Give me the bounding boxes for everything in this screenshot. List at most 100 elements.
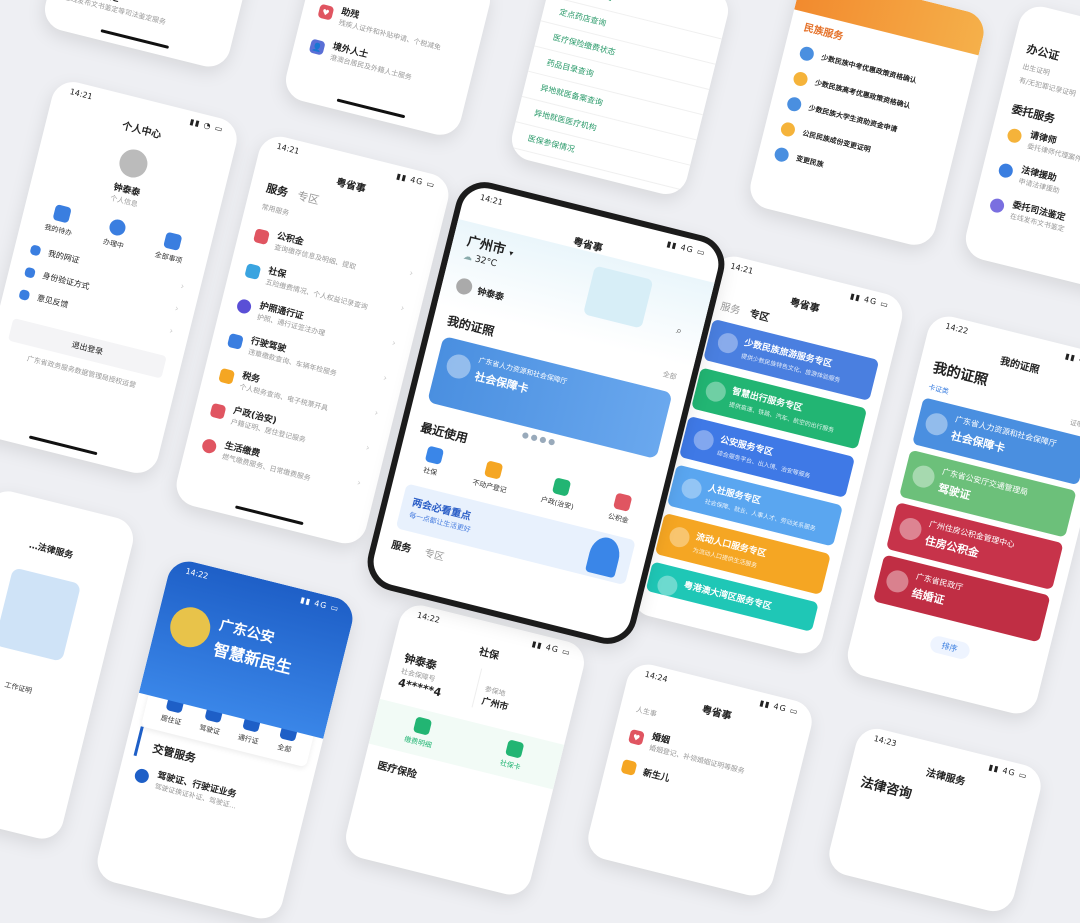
shortcut-label: 通行证	[237, 733, 260, 747]
doc-icon	[798, 45, 816, 63]
steering-wheel-icon	[133, 767, 151, 785]
cert-icon	[897, 515, 924, 543]
chevron-right-icon: ›	[408, 268, 415, 280]
cert-icon	[923, 410, 950, 438]
cloud-icon: ☁	[462, 251, 474, 264]
user-name: 钟泰泰	[476, 286, 505, 303]
baby-icon	[620, 758, 638, 776]
avatar[interactable]	[116, 146, 151, 181]
passport-icon	[235, 297, 253, 315]
chevron-right-icon: ›	[373, 408, 380, 419]
tab-zones[interactable]: 专区	[748, 305, 771, 325]
recent-item[interactable]: 不动产登记	[471, 458, 512, 496]
legal-aid-icon	[997, 162, 1015, 180]
clock-icon	[107, 217, 128, 238]
recent-label: 不动产登记	[471, 478, 508, 495]
action-doing[interactable]: 办理中	[102, 217, 130, 251]
phone-ethnic-services: 民族服务 少数民族中考优惠政策资格确认 少数民族高考优惠政策资格确认 少数民族大…	[745, 0, 989, 250]
item-label: 变更民族	[795, 154, 825, 169]
tax-icon	[218, 367, 236, 385]
phone-judicial-top: …区司法鉴定 在线发布文书鉴定等司法鉴定服务	[40, 0, 254, 72]
home-indicator	[100, 29, 170, 49]
action-label: 办理中	[102, 237, 125, 251]
id-icon	[29, 243, 42, 256]
cert-icon	[884, 568, 911, 595]
status-time: 14:22	[184, 566, 210, 581]
avatar	[454, 276, 474, 297]
house-icon	[253, 228, 270, 246]
list-icon	[52, 204, 73, 224]
chevron-right-icon: ›	[390, 338, 397, 350]
marriage-icon: ♥	[627, 728, 645, 746]
person-icon	[244, 263, 262, 281]
item-label: 新生儿	[641, 767, 671, 784]
home-indicator	[336, 98, 406, 119]
phone-services-partial: ♥ 助残 残疾人证件和补贴申请、个税减免 👤 境外人士 港澳台居民及外籍人士服务	[281, 0, 495, 140]
chevron-right-icon: ›	[364, 443, 371, 454]
temperature: 32°C	[473, 254, 498, 270]
illustration	[0, 567, 82, 662]
phone-social-security: 14:22 ▮▮ 4G ▭ 社保 钟泰泰 社会保障号 4*****4 参保地 广州…	[341, 600, 589, 900]
user-chip[interactable]: 钟泰泰	[454, 276, 505, 304]
recent-item[interactable]: 公积金	[607, 492, 635, 526]
heart-icon: ♥	[317, 3, 335, 21]
person-icon	[424, 445, 444, 465]
recent-label: 社保	[422, 466, 438, 478]
chevron-right-icon: ›	[173, 303, 180, 315]
doc-icon	[773, 146, 791, 164]
cert-icon	[444, 351, 474, 382]
search-icon[interactable]: ⌕	[675, 325, 683, 337]
menu-label: 我的网证	[47, 248, 81, 266]
phone-life-events: 14:24 ▮▮ 4G ▭ 粤省事 人生事 ♥ 婚姻 婚姻登记、补领婚姻证明等服务 新…	[583, 659, 817, 901]
chevron-right-icon: ›	[168, 325, 175, 337]
button-label: 社保卡	[498, 758, 522, 772]
page-title: …法律服务	[27, 540, 74, 562]
card-icon	[504, 739, 524, 759]
verify-icon	[23, 266, 37, 279]
phone-police: 14:22 ▮▮ 4G ▭ 广东公安 智慧新民生 居住证 驾驶证 通行证 全部 交…	[92, 556, 358, 923]
receipt-icon	[412, 716, 432, 736]
chevron-down-icon: ▾	[508, 248, 515, 259]
shortcut-label: 居住证	[159, 713, 183, 727]
household-icon	[209, 402, 227, 420]
chevron-right-icon: ›	[355, 478, 362, 489]
home-indicator	[234, 505, 304, 526]
view-all-link[interactable]: 全部	[661, 369, 678, 385]
menu-label: 意见反馈	[36, 293, 70, 310]
action-todo[interactable]: 我的待办	[43, 203, 77, 239]
feedback-icon	[18, 288, 31, 301]
person-icon: 👤	[308, 38, 326, 56]
recent-item[interactable]: 户政(治安)	[540, 475, 580, 512]
tab-proofs[interactable]: 证明类	[1069, 418, 1080, 433]
action-all[interactable]: 全部事项	[154, 230, 188, 266]
tab-services[interactable]: 服务	[719, 298, 742, 317]
city-illustration	[583, 265, 654, 329]
action-label: 我的待办	[43, 223, 73, 238]
phone-legal-services: 14:23 ▮▮ 4G ▭ 法律服务 法律咨询	[824, 724, 1046, 916]
sort-button[interactable]: 排序	[928, 634, 971, 661]
chevron-right-icon: ›	[399, 303, 406, 315]
cert-icon	[910, 463, 937, 490]
recent-item[interactable]: 社保	[421, 445, 444, 479]
utility-icon	[200, 437, 218, 455]
recent-label: 公积金	[607, 512, 630, 526]
car-icon	[226, 332, 244, 350]
chevron-right-icon: ›	[382, 373, 388, 384]
tab-services[interactable]: 服务	[390, 536, 413, 556]
home-indicator	[28, 435, 98, 456]
button-label: 缴费明细	[403, 735, 433, 750]
household-icon	[551, 477, 572, 497]
doc-icon	[792, 70, 810, 88]
judicial-icon	[988, 197, 1006, 215]
grid-icon	[162, 231, 183, 251]
recent-label: 户政(治安)	[540, 495, 575, 512]
police-emblem-icon	[166, 602, 215, 652]
lawyer-icon	[1006, 127, 1023, 145]
doc-icon	[785, 95, 803, 113]
chevron-right-icon: ›	[179, 281, 186, 292]
house-fund-icon	[612, 492, 633, 512]
tab-zones[interactable]: 专区	[423, 544, 446, 564]
action-label: 全部事项	[153, 250, 184, 266]
doc-icon	[779, 120, 797, 138]
house-icon	[483, 460, 504, 480]
